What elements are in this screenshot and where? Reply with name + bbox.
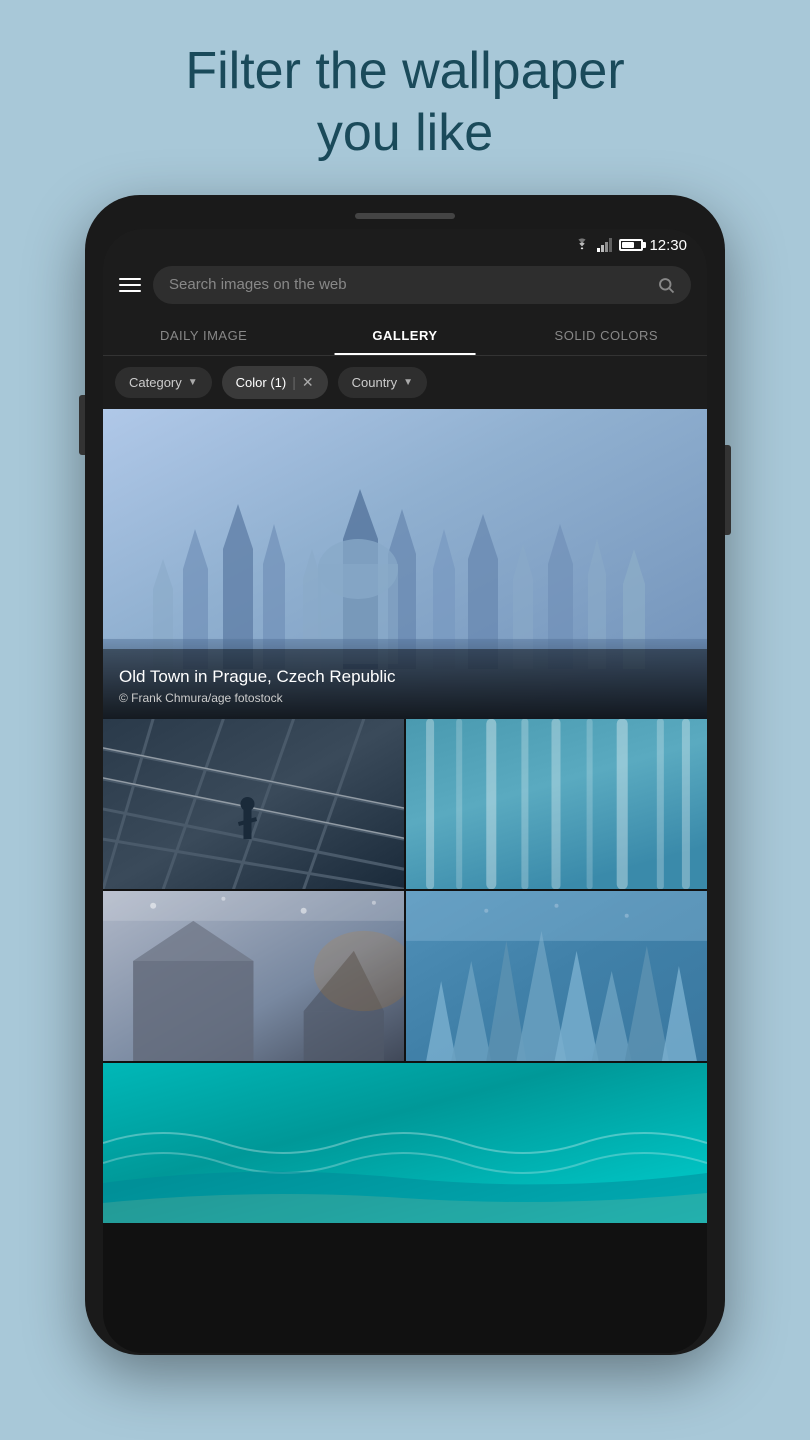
main-image-overlay: Old Town in Prague, Czech Republic © Fra… bbox=[103, 637, 707, 719]
thumb3-illustration bbox=[103, 891, 404, 1061]
wifi-icon bbox=[573, 238, 591, 252]
thumbnail-4[interactable] bbox=[406, 891, 707, 1061]
phone-notch bbox=[355, 213, 455, 219]
main-image-title: Old Town in Prague, Czech Republic bbox=[119, 667, 691, 687]
status-time: 12:30 bbox=[649, 237, 687, 254]
thumb2-illustration bbox=[406, 719, 707, 889]
tab-gallery[interactable]: GALLERY bbox=[304, 316, 505, 355]
headline: Filter the wallpaper you like bbox=[125, 0, 684, 195]
tab-solid-colors[interactable]: SOLID COLORS bbox=[506, 316, 707, 355]
battery-icon bbox=[619, 239, 643, 251]
headline-line2: you like bbox=[317, 104, 493, 162]
tab-daily-image[interactable]: DAILY IMAGE bbox=[103, 316, 304, 355]
headline-line1: Filter the wallpaper bbox=[185, 42, 624, 100]
phone-screen: 12:30 Search images on the web DAILY IMA… bbox=[103, 229, 707, 1353]
chevron-down-icon: ▼ bbox=[403, 377, 413, 388]
filter-country[interactable]: Country ▼ bbox=[338, 367, 427, 398]
filter-country-label: Country bbox=[352, 375, 398, 390]
power-button bbox=[725, 445, 731, 535]
status-icons: 12:30 bbox=[573, 237, 687, 254]
search-icon bbox=[657, 276, 675, 294]
thumbnail-3[interactable] bbox=[103, 891, 404, 1061]
search-field[interactable]: Search images on the web bbox=[153, 266, 691, 304]
thumbnail-1[interactable] bbox=[103, 719, 404, 889]
thumb1-illustration bbox=[103, 719, 404, 889]
thumbnail-grid bbox=[103, 719, 707, 1223]
search-placeholder: Search images on the web bbox=[169, 276, 647, 293]
phone-mockup: 12:30 Search images on the web DAILY IMA… bbox=[85, 195, 725, 1355]
search-bar-row: Search images on the web bbox=[103, 258, 707, 316]
thumbnail-2[interactable] bbox=[406, 719, 707, 889]
thumb5-illustration bbox=[103, 1063, 707, 1223]
filter-row: Category ▼ Color (1) | ✕ Country ▼ bbox=[103, 356, 707, 409]
thumbnail-5[interactable] bbox=[103, 1063, 707, 1223]
filter-category-label: Category bbox=[129, 375, 182, 390]
tabs-row: DAILY IMAGE GALLERY SOLID COLORS bbox=[103, 316, 707, 356]
close-icon[interactable]: ✕ bbox=[302, 374, 314, 391]
status-bar: 12:30 bbox=[103, 229, 707, 258]
main-image-credit: © Frank Chmura/age fotostock bbox=[119, 691, 691, 705]
volume-button bbox=[79, 395, 85, 455]
signal-icon bbox=[597, 238, 613, 252]
chevron-down-icon: ▼ bbox=[188, 377, 198, 388]
menu-button[interactable] bbox=[119, 278, 141, 292]
filter-category[interactable]: Category ▼ bbox=[115, 367, 212, 398]
filter-color[interactable]: Color (1) | ✕ bbox=[222, 366, 328, 399]
main-image[interactable]: Old Town in Prague, Czech Republic © Fra… bbox=[103, 409, 707, 719]
thumb4-illustration bbox=[406, 891, 707, 1061]
filter-separator: | bbox=[292, 374, 296, 390]
filter-color-label: Color (1) bbox=[236, 375, 287, 390]
gallery-area: Old Town in Prague, Czech Republic © Fra… bbox=[103, 409, 707, 1353]
